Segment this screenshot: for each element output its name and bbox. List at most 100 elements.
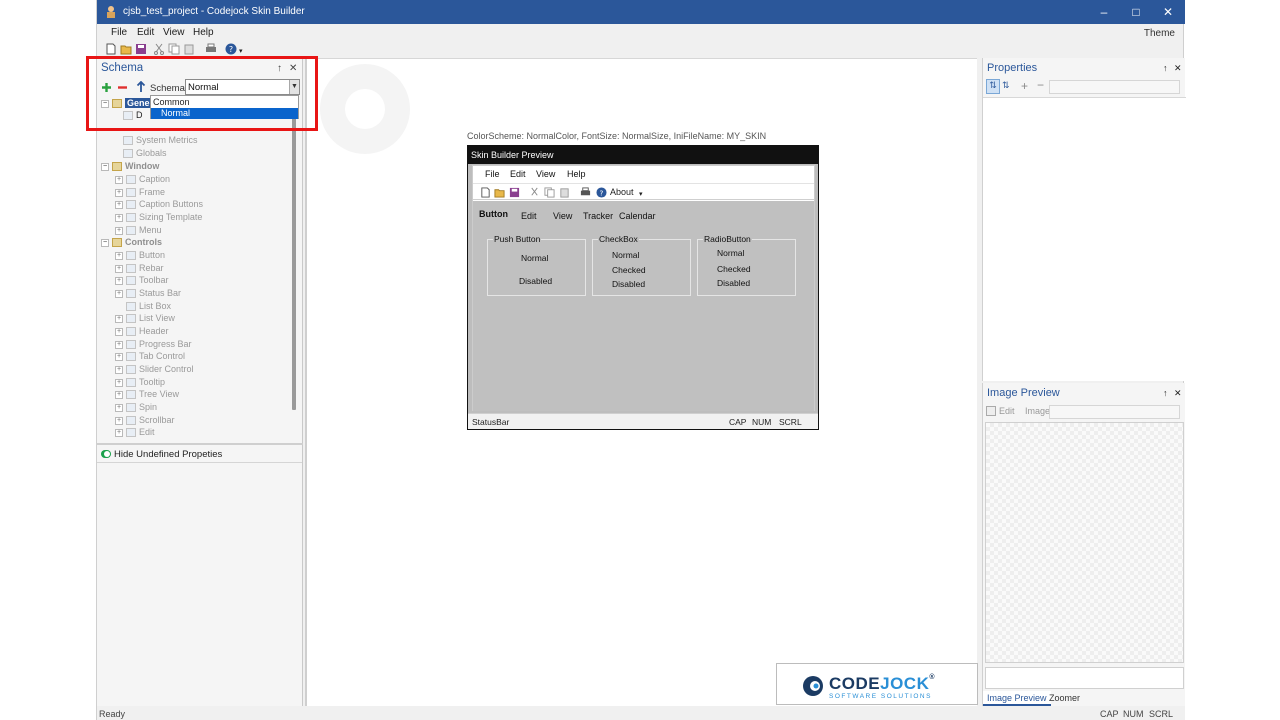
paste-icon[interactable] [559, 187, 570, 198]
menu-edit[interactable]: Edit [137, 27, 154, 38]
tree-item-spin[interactable]: + Spin [115, 402, 157, 414]
cut-icon[interactable] [529, 187, 540, 198]
save-icon[interactable] [135, 43, 147, 55]
preview-menu-edit[interactable]: Edit [510, 169, 526, 179]
sort-categorized-icon[interactable]: ⇅ [986, 79, 1000, 94]
tree-item-window[interactable]: − Window [101, 161, 159, 173]
tree-item-caption-buttons[interactable]: + Caption Buttons [115, 199, 203, 211]
about-button[interactable]: About [610, 187, 634, 197]
minimize-button[interactable]: – [1088, 0, 1120, 24]
preview-menu-view[interactable]: View [536, 169, 555, 179]
tree-item-slider-control[interactable]: + Slider Control [115, 364, 194, 376]
tree-scrollbar[interactable] [292, 98, 296, 410]
tree-item-sizing-template[interactable]: + Sizing Template [115, 212, 202, 224]
preview-status-bar: StatusBar CAP NUM SCRL [468, 413, 818, 429]
push-button-normal[interactable]: Normal [521, 253, 548, 263]
help-icon[interactable]: ? [596, 187, 607, 198]
push-button-disabled[interactable]: Disabled [519, 276, 552, 286]
tree-item-status-bar[interactable]: + Status Bar [115, 288, 181, 300]
pin-icon[interactable]: ↑ [1163, 388, 1168, 398]
tree-item-scrollbar[interactable]: + Scrollbar [115, 415, 175, 427]
radio-checked[interactable]: Checked [717, 264, 751, 274]
properties-grid[interactable] [983, 97, 1186, 381]
tree-item-toolbar[interactable]: + Toolbar [115, 275, 169, 287]
radio-normal[interactable]: Normal [717, 248, 744, 258]
tree-item-list-box[interactable]: List Box [126, 301, 171, 313]
preview-tab-edit[interactable]: Edit [521, 211, 537, 221]
help-icon[interactable]: ? [225, 43, 237, 55]
close-pane-icon[interactable]: ✕ [1174, 63, 1182, 74]
menu-file[interactable]: File [111, 27, 127, 38]
pane-divider[interactable] [97, 443, 303, 445]
help-dropdown-icon[interactable]: ▾ [239, 47, 243, 55]
new-icon[interactable] [105, 43, 117, 55]
image-preview-canvas[interactable] [985, 422, 1184, 663]
tree-item-menu[interactable]: + Menu [115, 225, 162, 237]
window-icon [126, 226, 136, 236]
tree-item-controls[interactable]: − Controls [101, 237, 162, 249]
cut-icon[interactable] [153, 43, 165, 55]
metrics-icon [123, 136, 133, 146]
svg-text:?: ? [229, 45, 233, 54]
about-dropdown-icon[interactable]: ▾ [639, 190, 643, 198]
print-icon[interactable] [205, 43, 217, 55]
close-window-button[interactable]: ✕ [1152, 0, 1184, 24]
tree-item-frame[interactable]: + Frame [115, 187, 165, 199]
preview-tab-calendar[interactable]: Calendar [619, 211, 656, 221]
tree-item-caption[interactable]: + Caption [115, 174, 170, 186]
copy-icon[interactable] [544, 187, 555, 198]
tree-item-edit[interactable]: + Edit [115, 427, 155, 439]
control-icon [126, 403, 136, 413]
tab-image-preview[interactable]: Image Preview [983, 691, 1051, 706]
theme-menu[interactable]: Theme [1144, 28, 1175, 39]
remove-icon[interactable]: − [1037, 78, 1044, 92]
close-pane-icon[interactable]: ✕ [1174, 388, 1182, 399]
tree-item-rebar[interactable]: + Rebar [115, 263, 164, 275]
tree-item-tab-control[interactable]: + Tab Control [115, 351, 185, 363]
checkbox-disabled[interactable]: Disabled [612, 279, 645, 289]
tree-item-tree-view[interactable]: + Tree View [115, 389, 179, 401]
tree-item-list-view[interactable]: + List View [115, 313, 175, 325]
open-icon[interactable] [494, 187, 505, 198]
edit-image-button[interactable]: Edit [999, 406, 1015, 416]
paste-icon[interactable] [183, 43, 195, 55]
tree-item-button[interactable]: + Button [115, 250, 165, 262]
tree-item-header[interactable]: + Header [115, 326, 169, 338]
edit-image-icon[interactable] [986, 406, 996, 416]
maximize-button[interactable]: □ [1120, 0, 1152, 24]
title-bar: cjsb_test_project - Codejock Skin Builde… [97, 0, 1185, 24]
preview-menu-help[interactable]: Help [567, 169, 586, 179]
hide-undefined-toggle[interactable]: Hide Undefined Propeties [101, 449, 222, 460]
new-icon[interactable] [480, 187, 491, 198]
image-selector[interactable] [1049, 405, 1180, 419]
preview-tab-view[interactable]: View [553, 211, 572, 221]
preview-tab-tracker[interactable]: Tracker [583, 211, 613, 221]
color-scheme-info: ColorScheme: NormalColor, FontSize: Norm… [467, 131, 767, 141]
property-selector[interactable] [1049, 80, 1180, 94]
print-icon[interactable] [580, 187, 591, 198]
checkbox-checked[interactable]: Checked [612, 265, 646, 275]
toggle-icon[interactable] [101, 450, 111, 459]
tree-item-globals[interactable]: Globals [123, 148, 167, 160]
checkbox-normal[interactable]: Normal [612, 250, 639, 260]
add-icon[interactable]: + [1021, 79, 1028, 93]
sort-alpha-icon[interactable]: ⇅ [1002, 80, 1010, 91]
radio-disabled[interactable]: Disabled [717, 278, 750, 288]
open-icon[interactable] [120, 43, 132, 55]
preview-tab-button[interactable]: Button [479, 209, 508, 219]
schema-tree: − Gene D System Metrics Globals − Window +… [101, 98, 293, 480]
preview-menu-file[interactable]: File [485, 169, 500, 179]
save-icon[interactable] [509, 187, 520, 198]
tab-zoomer[interactable]: Zoomer [1049, 693, 1080, 703]
control-icon [126, 390, 136, 400]
tree-item-tooltip[interactable]: + Tooltip [115, 377, 165, 389]
pin-icon[interactable]: ↑ [1163, 63, 1168, 73]
status-cap: CAP [1100, 709, 1119, 719]
push-button-group-title: Push Button [493, 234, 542, 244]
tree-item-progress-bar[interactable]: + Progress Bar [115, 339, 192, 351]
menu-help[interactable]: Help [193, 27, 214, 38]
tree-item-system-metrics[interactable]: System Metrics [123, 135, 198, 147]
menu-view[interactable]: View [163, 27, 185, 38]
copy-icon[interactable] [168, 43, 180, 55]
checkbox-group: CheckBox Normal Checked Disabled [592, 234, 691, 296]
